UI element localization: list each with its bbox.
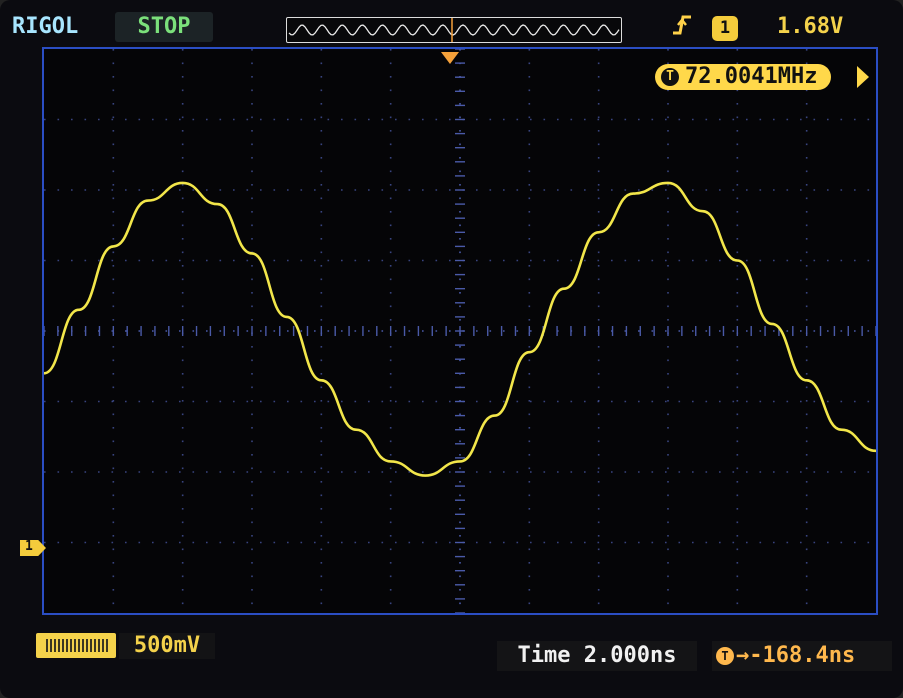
trigger-source-badge[interactable]: 1 bbox=[712, 16, 738, 41]
trigger-offset-value: →-168.4ns bbox=[736, 643, 856, 668]
channel1-marker-label: 1 bbox=[25, 539, 33, 554]
right-arrow-icon bbox=[857, 66, 869, 88]
memory-overview-bar[interactable] bbox=[286, 17, 622, 43]
trigger-icon: T bbox=[716, 647, 734, 665]
run-state-indicator[interactable]: STOP bbox=[115, 12, 213, 42]
oscilloscope-screen: RIGOL STOP 1 1.68V T 72.0041MHz 1 500mV … bbox=[0, 0, 903, 698]
trigger-offset-readout: T →-168.4ns bbox=[712, 641, 892, 671]
status-bar: RIGOL STOP 1 1.68V bbox=[0, 0, 903, 50]
memory-waveform-preview bbox=[288, 18, 620, 42]
timebase-readout: Time 2.000ns bbox=[497, 641, 697, 671]
trigger-icon: T bbox=[661, 68, 679, 86]
frequency-value: 72.0041MHz bbox=[685, 64, 818, 89]
trigger-position-marker[interactable] bbox=[441, 52, 459, 64]
rising-edge-icon bbox=[670, 12, 694, 42]
waveform-display bbox=[42, 47, 878, 615]
channel1-coupling-icon[interactable] bbox=[36, 633, 116, 658]
brand-label: RIGOL bbox=[12, 14, 79, 39]
trigger-level-readout: 1.68V bbox=[777, 14, 844, 39]
frequency-measurement-badge: T 72.0041MHz bbox=[655, 64, 832, 90]
channel1-scale-readout: 500mV bbox=[119, 633, 215, 659]
waveform-plot bbox=[43, 48, 877, 614]
